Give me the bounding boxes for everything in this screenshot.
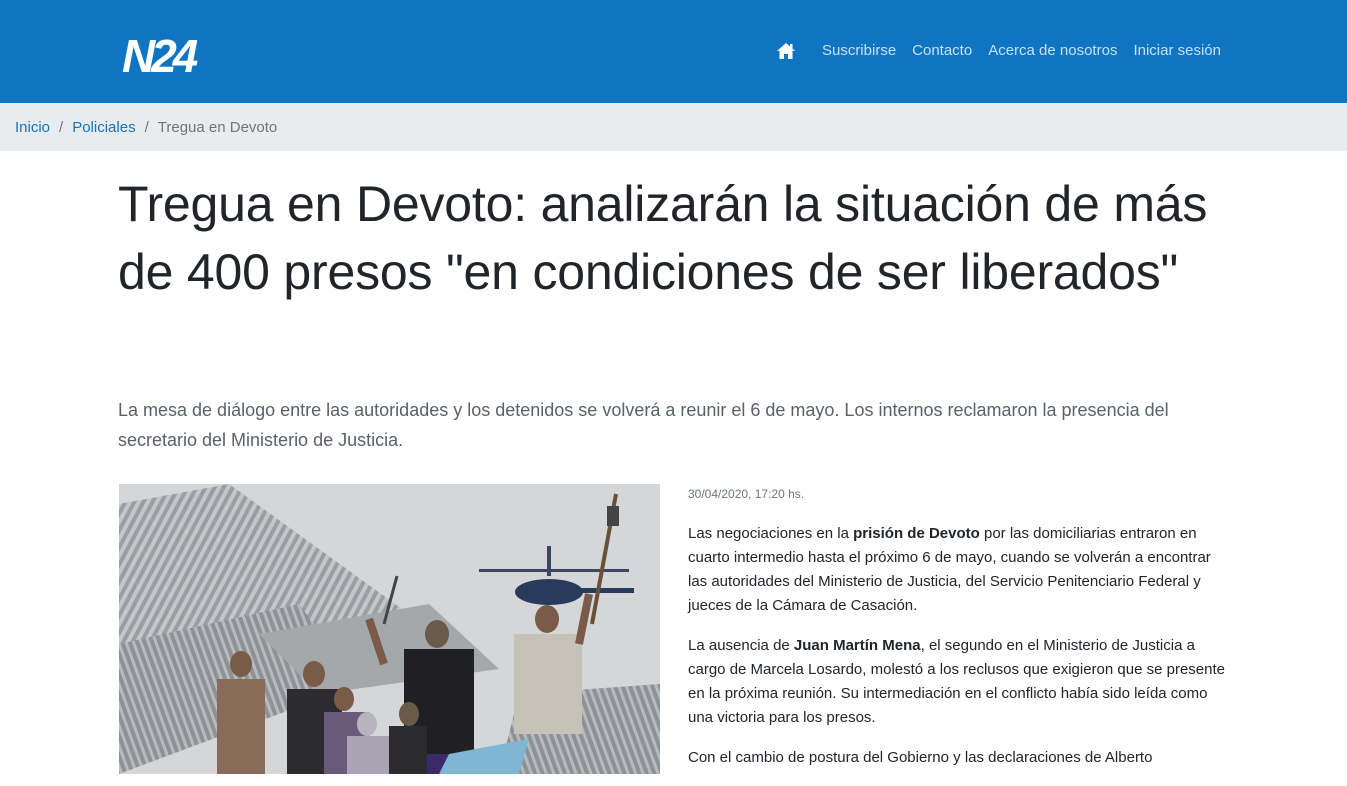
article-photo bbox=[119, 484, 660, 774]
article-date: 30/04/2020, 17:20 hs. bbox=[688, 487, 805, 501]
nav-subscribe-link[interactable]: Suscribirse bbox=[822, 40, 896, 62]
breadcrumb-separator: / bbox=[59, 118, 64, 136]
breadcrumb: Inicio / Policiales / Tregua en Devoto bbox=[0, 103, 1347, 151]
article-paragraph: La ausencia de Juan Martín Mena, el segu… bbox=[688, 634, 1228, 730]
main-nav: Suscribirse Contacto Acerca de nosotros … bbox=[776, 40, 1221, 62]
breadcrumb-separator: / bbox=[144, 118, 149, 136]
article-lead: La mesa de diálogo entre las autoridades… bbox=[118, 400, 1169, 450]
paragraph-text: La ausencia de bbox=[688, 637, 794, 654]
nav-contact-link[interactable]: Contacto bbox=[912, 40, 972, 62]
article-paragraph: Las negociaciones en la prisión de Devot… bbox=[688, 522, 1228, 618]
paragraph-text: Las negociaciones en la bbox=[688, 525, 854, 542]
article-paragraph: Con el cambio de postura del Gobierno y … bbox=[688, 746, 1228, 770]
nav-login-link[interactable]: Iniciar sesión bbox=[1133, 40, 1221, 62]
breadcrumb-current: Tregua en Devoto bbox=[157, 118, 278, 136]
n24-logo[interactable]: N24 bbox=[120, 26, 212, 78]
top-navbar: N24 Suscribirse Contacto Acerca de nosot… bbox=[0, 0, 1347, 103]
nav-about-link[interactable]: Acerca de nosotros bbox=[988, 40, 1117, 62]
home-icon[interactable] bbox=[776, 41, 796, 61]
paragraph-text: Con el cambio de postura del Gobierno y … bbox=[688, 749, 1153, 766]
paragraph-bold: Juan Martín Mena bbox=[793, 637, 921, 654]
breadcrumb-section[interactable]: Policiales bbox=[72, 119, 135, 136]
paragraph-bold: prisión de Devoto bbox=[853, 525, 980, 542]
article-title: Tregua en Devoto: analizarán la situació… bbox=[118, 176, 1208, 300]
breadcrumb-home[interactable]: Inicio bbox=[15, 119, 50, 136]
article-body: 30/04/2020, 17:20 hs. Las negociaciones … bbox=[688, 487, 1228, 786]
svg-text:N24: N24 bbox=[122, 30, 198, 78]
